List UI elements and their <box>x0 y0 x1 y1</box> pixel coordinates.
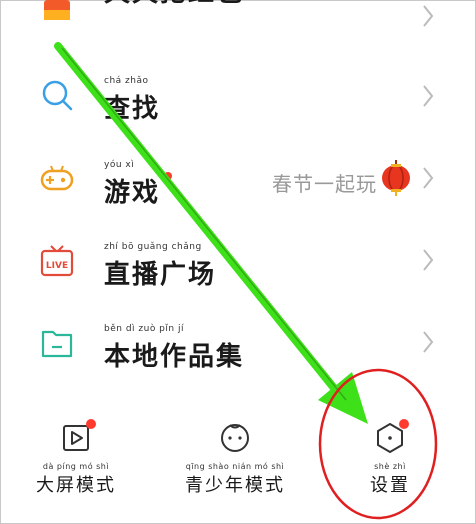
menu-item-pinyin: běn dì zuò pǐn jí <box>104 324 184 334</box>
child-face-icon <box>218 420 252 454</box>
chevron-right-icon <box>423 5 434 27</box>
svg-text:LIVE: LIVE <box>46 261 68 271</box>
menu-item-live-plaza[interactable]: LIVE zhí bō guǎng chǎng 直播广场 <box>0 242 476 328</box>
menu-item-games[interactable]: yóu xì 游戏 春节一起玩 <box>0 156 476 242</box>
chevron-right-icon <box>423 331 434 353</box>
menu-item-label: 游戏 <box>104 178 161 208</box>
menu-item-label: 天天抢红包 <box>104 0 244 9</box>
chevron-right-icon <box>423 85 434 107</box>
menu-item-label: 查找 <box>104 94 161 124</box>
menu-item-local-works[interactable]: běn dì zuò pǐn jí 本地作品集 <box>0 324 476 412</box>
menu-item-red-packet[interactable]: 天天抢红包 <box>0 0 476 56</box>
folder-icon <box>41 330 73 358</box>
play-screen-icon <box>59 419 96 454</box>
bottom-item-pinyin: dà píng mó shì <box>42 462 110 471</box>
gamepad-icon <box>40 165 74 191</box>
live-tv-icon: LIVE <box>40 245 74 277</box>
bottom-item-pinyin: qīng shào nián mó shì <box>185 462 285 471</box>
notification-dot <box>399 419 409 429</box>
settings-hexagon-icon <box>373 419 409 454</box>
menu-item-search[interactable]: chá zhǎo 查找 <box>0 70 476 156</box>
menu-item-hint: 春节一起玩 <box>272 172 377 196</box>
bottom-item-label: 设置 <box>370 475 410 496</box>
search-icon <box>42 80 73 111</box>
menu-item-pinyin: zhí bō guǎng chǎng <box>104 242 202 252</box>
notification-dot <box>86 419 96 429</box>
bottom-item-big-screen[interactable]: dà píng mó shì 大屏模式 <box>34 419 118 497</box>
menu-item-label: 本地作品集 <box>104 342 245 372</box>
menu-item-pinyin: yóu xì <box>104 160 135 170</box>
bottom-item-label: 大屏模式 <box>36 475 116 496</box>
bottom-item-label: 青少年模式 <box>185 475 285 496</box>
chevron-right-icon <box>423 249 434 271</box>
notification-dot <box>164 172 172 180</box>
menu-item-label: 直播广场 <box>104 260 217 290</box>
lantern-icon <box>382 160 410 196</box>
menu-item-pinyin: chá zhǎo <box>104 76 149 86</box>
red-packet-icon <box>44 0 70 20</box>
bottom-item-pinyin: shè zhì <box>374 462 406 471</box>
bottom-item-settings[interactable]: shè zhì 设置 <box>358 419 422 497</box>
chevron-right-icon <box>423 167 434 189</box>
bottom-item-teen-mode[interactable]: qīng shào nián mó shì 青少年模式 <box>180 420 290 497</box>
